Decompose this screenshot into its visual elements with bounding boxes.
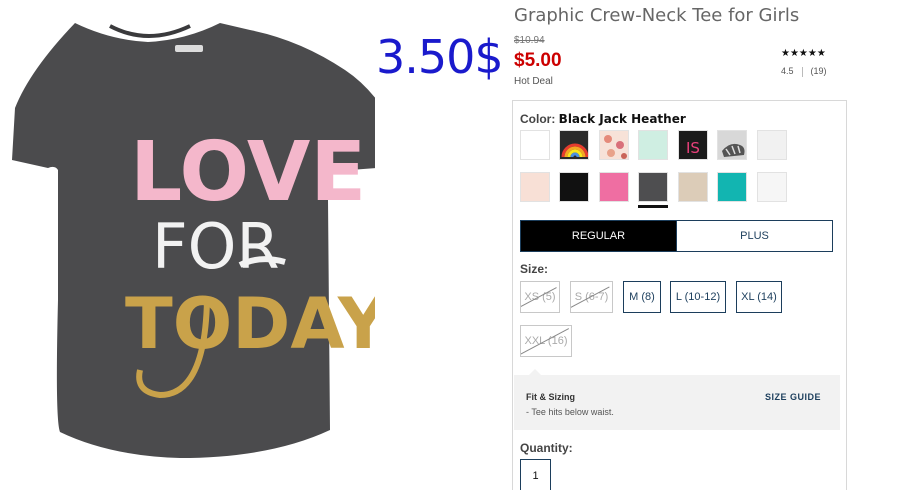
- color-swatch-oatmeal[interactable]: [678, 172, 708, 202]
- rating-divider: [801, 66, 803, 77]
- size-label: Size:: [520, 262, 549, 276]
- color-swatch-white-1[interactable]: [520, 130, 550, 160]
- color-swatch-blush[interactable]: [520, 172, 550, 202]
- fit-type-toggle: REGULAR PLUS: [520, 220, 833, 252]
- fit-sizing-box: [514, 375, 840, 430]
- size-option-m[interactable]: M (8): [623, 281, 661, 313]
- color-swatch-floral-pink[interactable]: [599, 130, 629, 160]
- color-swatch-hot-pink[interactable]: [599, 172, 629, 202]
- color-swatch-charcoal[interactable]: [638, 172, 668, 202]
- tshirt-graphic: LOVE FOR TODAY: [12, 23, 375, 458]
- fit-plus-button[interactable]: PLUS: [676, 221, 832, 251]
- selected-color-name: Black Jack Heather: [558, 112, 686, 126]
- graphic-for: FOR: [152, 210, 280, 283]
- graphic-today: TODAY: [125, 283, 375, 365]
- overlay-price-annotation: 3.50$: [376, 30, 504, 84]
- color-swatch-rainbow[interactable]: [559, 130, 589, 160]
- svg-text:IS: IS: [686, 139, 700, 157]
- color-swatch-black-is[interactable]: IS: [678, 130, 708, 160]
- deal-badge: Hot Deal: [514, 76, 553, 87]
- quantity-label: Quantity:: [520, 441, 573, 455]
- rating-value: 4.5: [781, 66, 794, 76]
- product-image[interactable]: LOVE FOR TODAY: [0, 0, 375, 490]
- review-count-link[interactable]: (19): [811, 66, 827, 76]
- size-option-xl[interactable]: XL (14): [736, 281, 782, 313]
- rating-stars-icon[interactable]: ★★★★★: [781, 48, 826, 59]
- color-swatch-white-2[interactable]: [757, 130, 787, 160]
- size-guide-link[interactable]: SIZE GUIDE: [765, 392, 821, 402]
- size-option-s[interactable]: S (6-7): [570, 281, 613, 313]
- rating-summary[interactable]: 4.5 (19): [781, 66, 827, 77]
- fit-sizing-title: Fit & Sizing: [526, 392, 575, 402]
- graphic-love: LOVE: [130, 125, 366, 220]
- size-option-xxl[interactable]: XXL (16): [520, 325, 572, 357]
- color-swatch-tiger-print[interactable]: [717, 130, 747, 160]
- color-label: Color:: [520, 112, 556, 126]
- fit-regular-button[interactable]: REGULAR: [521, 221, 676, 251]
- color-swatch-black[interactable]: [559, 172, 589, 202]
- color-swatch-mint[interactable]: [638, 130, 668, 160]
- product-title: Graphic Crew-Neck Tee for Girls: [514, 5, 800, 26]
- sale-price: $5.00: [514, 50, 562, 71]
- quantity-input[interactable]: 1: [520, 459, 551, 490]
- color-swatch-white-3[interactable]: [757, 172, 787, 202]
- original-price: $10.94: [514, 35, 545, 46]
- color-selection-label: Color: Black Jack Heather: [520, 112, 686, 126]
- size-option-xs[interactable]: XS (5): [520, 281, 560, 313]
- color-swatch-teal[interactable]: [717, 172, 747, 202]
- size-option-l[interactable]: L (10-12): [670, 281, 726, 313]
- fit-sizing-detail: - Tee hits below waist.: [526, 407, 614, 417]
- selected-swatch-indicator: [638, 205, 668, 208]
